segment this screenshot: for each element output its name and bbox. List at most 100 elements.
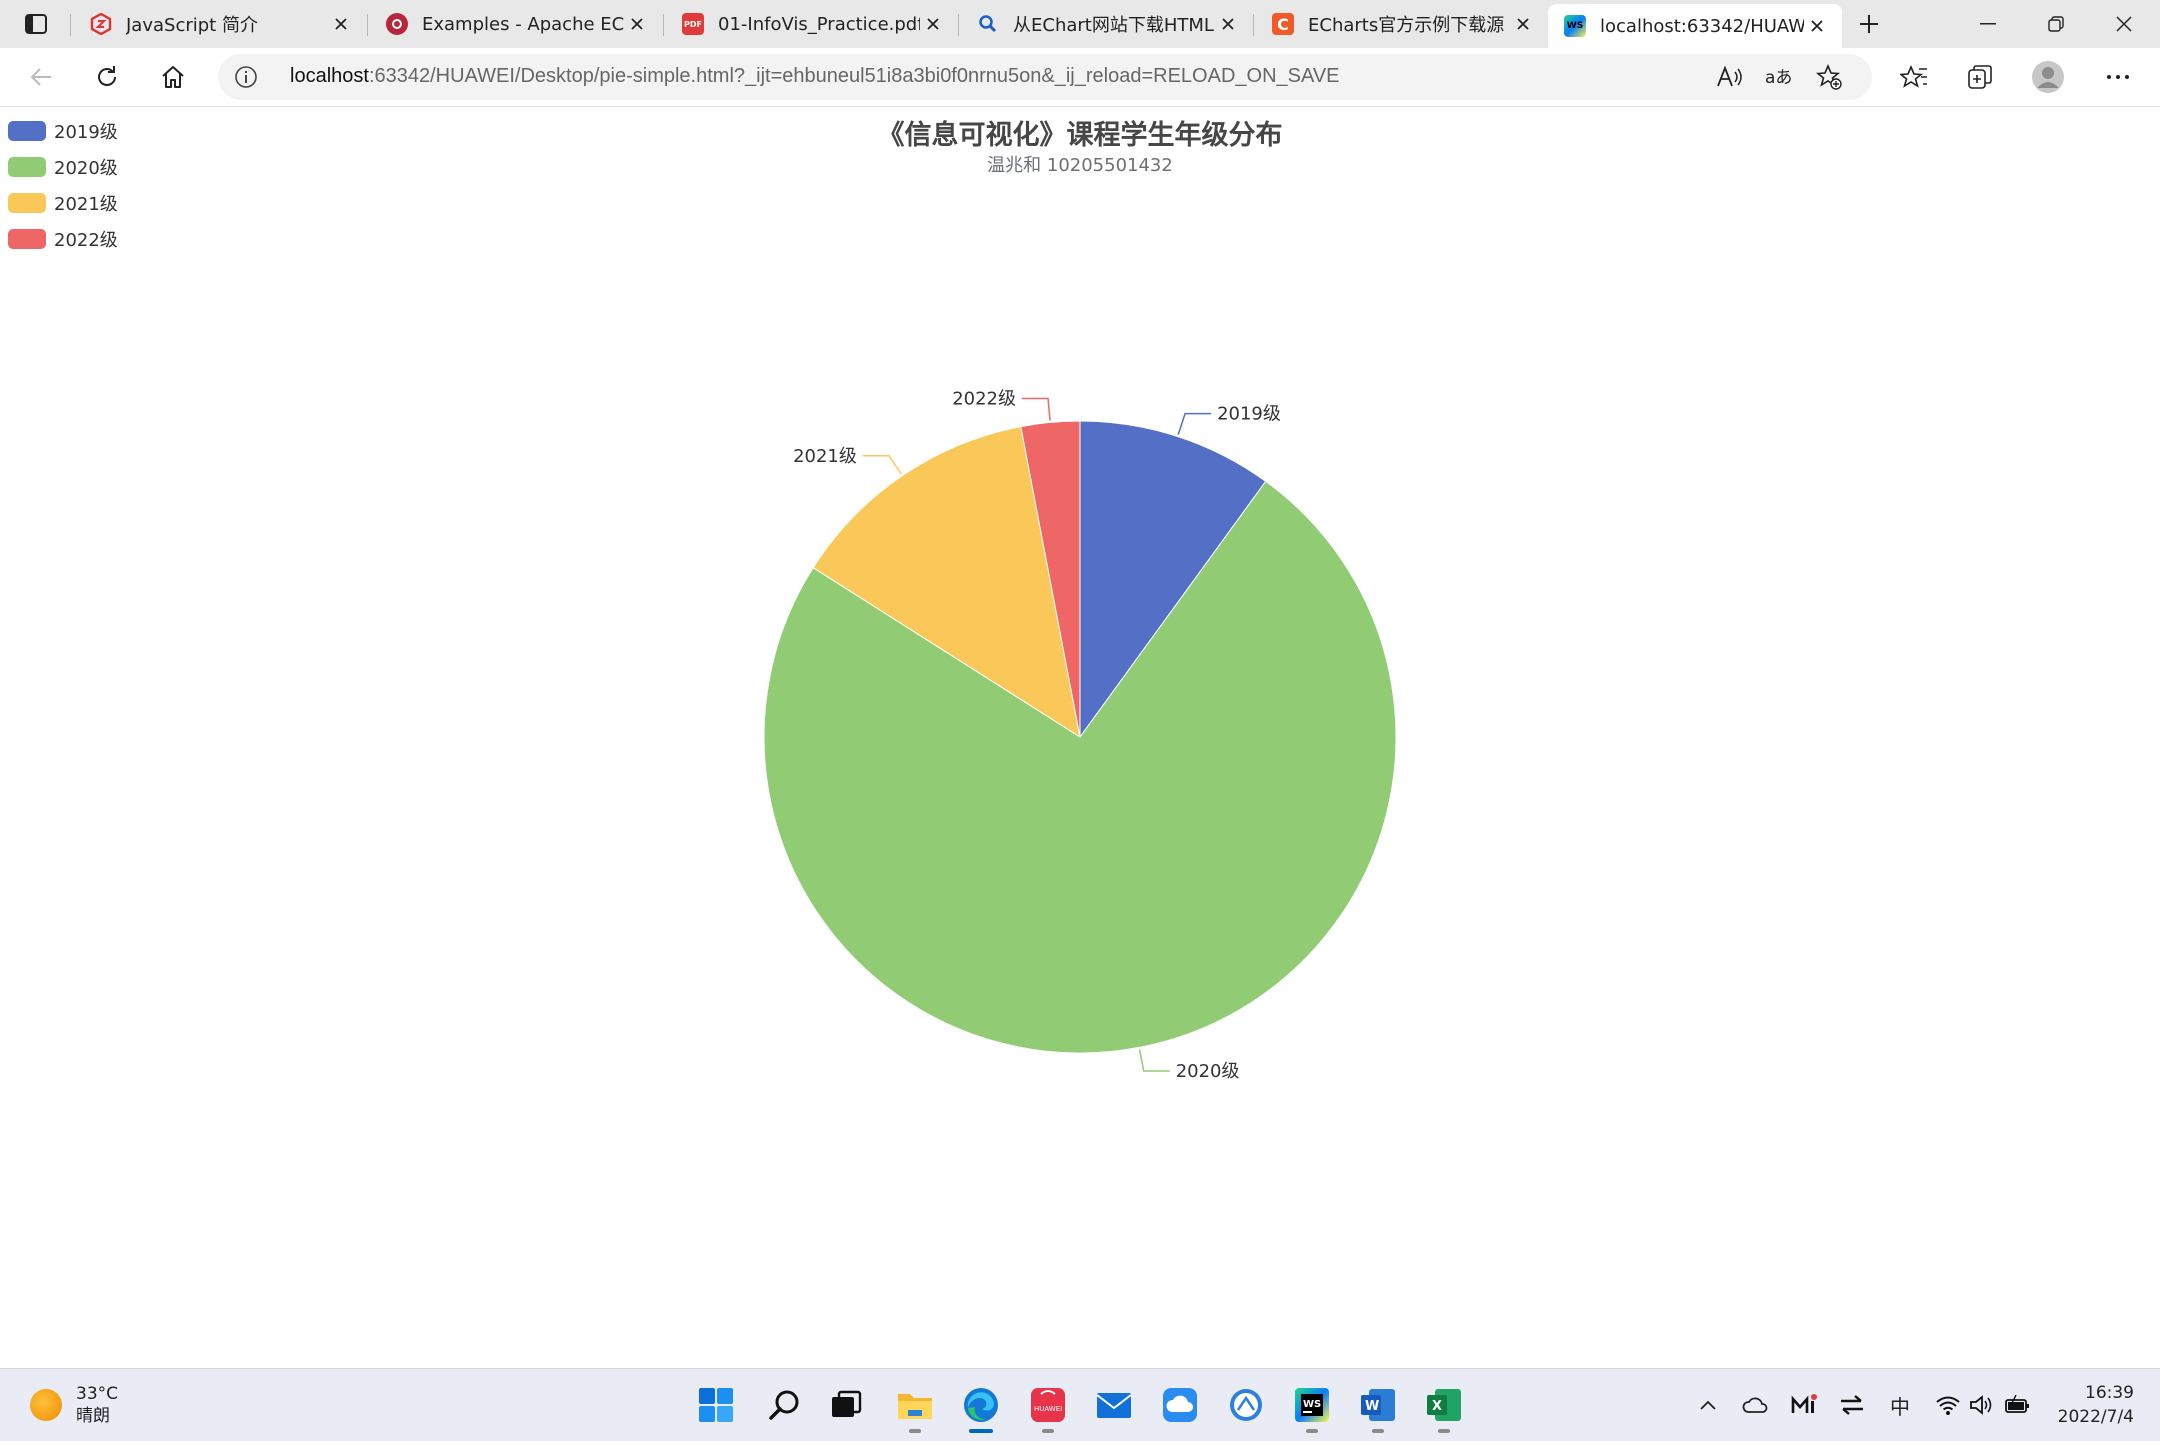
webstorm-app-icon[interactable]: WS	[1286, 1379, 1338, 1433]
running-indicator	[1306, 1429, 1318, 1433]
network-app-icon[interactable]	[1220, 1379, 1272, 1431]
translate-icon[interactable]: aあ	[1764, 62, 1794, 92]
restore-button[interactable]	[2022, 0, 2090, 48]
legend-swatch	[8, 193, 46, 213]
system-clock[interactable]: 16:39 2022/7/4	[2058, 1381, 2134, 1429]
legend-label: 2020级	[54, 158, 118, 179]
search-button[interactable]	[758, 1379, 810, 1431]
chevron-up-icon[interactable]	[1692, 1389, 1724, 1421]
battery-icon[interactable]	[2002, 1389, 2034, 1421]
refresh-button[interactable]	[86, 57, 128, 97]
task-view-icon[interactable]	[820, 1379, 872, 1431]
close-icon[interactable]	[1215, 11, 1241, 37]
collections-button[interactable]	[1959, 57, 2001, 97]
wifi-icon[interactable]	[1932, 1389, 1964, 1421]
tab-separator	[1253, 14, 1254, 36]
meeting-icon[interactable]	[1788, 1389, 1820, 1421]
label-line	[1022, 397, 1051, 421]
sun-icon	[30, 1389, 62, 1421]
close-icon[interactable]	[1804, 13, 1830, 39]
address-bar[interactable]: localhost:63342/HUAWEI/Desktop/pie-simpl…	[218, 54, 1872, 100]
tab-separator	[70, 14, 71, 36]
svg-text:W: W	[1365, 1399, 1379, 1414]
close-window-button[interactable]	[2090, 0, 2158, 48]
clock-time: 16:39	[2085, 1383, 2134, 1403]
search-icon	[977, 13, 999, 35]
slice-label: 2019级	[1217, 404, 1281, 425]
add-favorite-icon[interactable]	[1814, 62, 1844, 92]
close-icon[interactable]	[624, 11, 650, 37]
site-info-icon[interactable]	[232, 63, 260, 91]
weather-widget[interactable]: 33°C 晴朗	[30, 1383, 118, 1427]
close-icon[interactable]	[1510, 11, 1536, 37]
page-content: 2019级 2020级 2021级 2022级 《信息可视化》课程学生年级分布 温兆和…	[0, 107, 2160, 1367]
tab-localhost[interactable]: WS localhost:63342/HUAWE	[1548, 4, 1842, 48]
home-button[interactable]	[152, 57, 194, 97]
tab-label: ECharts官方示例下载源	[1308, 15, 1505, 36]
profile-avatar[interactable]	[2027, 57, 2069, 97]
back-button[interactable]	[20, 57, 62, 97]
excel-app-icon[interactable]: X	[1418, 1379, 1470, 1433]
weather-condition: 晴朗	[76, 1406, 110, 1426]
favorites-button[interactable]	[1893, 57, 1935, 97]
url-text[interactable]: localhost:63342/HUAWEI/Desktop/pie-simpl…	[290, 65, 1340, 88]
tab-separator	[663, 14, 664, 36]
taskbar: 33°C 晴朗 HUAWEI WS W X 中 16:39 2022/7/4	[0, 1368, 2160, 1441]
tab-actions-icon[interactable]	[14, 8, 58, 40]
label-line	[1177, 412, 1212, 435]
transfer-icon[interactable]	[1836, 1389, 1868, 1421]
legend-item-2021[interactable]: 2021级	[8, 185, 118, 221]
legend-item-2019[interactable]: 2019级	[8, 113, 118, 149]
tab-echarts-examples[interactable]: Examples - Apache ECha	[370, 4, 662, 44]
close-icon[interactable]	[328, 11, 354, 37]
read-aloud-icon[interactable]	[1714, 62, 1744, 92]
tab-echarts-download[interactable]: C ECharts官方示例下载源	[1256, 4, 1548, 44]
tab-label: Examples - Apache ECha	[422, 13, 624, 35]
ime-indicator[interactable]: 中	[1884, 1389, 1916, 1421]
tab-pdf[interactable]: PDF 01-InfoVis_Practice.pdf	[666, 4, 958, 44]
cloud-app-icon[interactable]	[1154, 1379, 1206, 1431]
legend-label: 2021级	[54, 194, 118, 215]
tab-label: 从EChart网站下载HTML	[1013, 15, 1214, 36]
c-icon: C	[1272, 13, 1294, 35]
legend-item-2022[interactable]: 2022级	[8, 221, 118, 257]
legend-swatch	[8, 121, 46, 141]
chart-legend: 2019级 2020级 2021级 2022级	[8, 113, 118, 257]
new-tab-button[interactable]	[1835, 0, 1903, 48]
more-menu-button[interactable]	[2097, 57, 2139, 97]
close-icon[interactable]	[920, 11, 946, 37]
file-explorer-icon[interactable]	[889, 1379, 941, 1433]
chart-title: 《信息可视化》课程学生年级分布	[877, 120, 1283, 151]
tab-search[interactable]: 从EChart网站下载HTML	[961, 4, 1253, 44]
svg-text:HUAWEI: HUAWEI	[1034, 1405, 1062, 1413]
start-button[interactable]	[690, 1379, 742, 1431]
legend-swatch	[8, 157, 46, 177]
legend-label: 2019级	[54, 122, 118, 143]
tab-javascript[interactable]: JavaScript 简介	[74, 4, 366, 44]
running-indicator	[1372, 1429, 1384, 1433]
minimize-button[interactable]	[1954, 0, 2022, 48]
word-app-icon[interactable]: W	[1352, 1379, 1404, 1433]
mail-icon[interactable]	[1088, 1379, 1140, 1431]
legend-swatch	[8, 229, 46, 249]
chart-subtitle: 温兆和 10205501432	[987, 155, 1173, 176]
edge-browser-icon[interactable]	[955, 1379, 1007, 1433]
url-host: localhost	[290, 65, 369, 87]
url-path: :63342/HUAWEI/Desktop/pie-simple.html?_i…	[368, 65, 1340, 87]
browser-toolbar: localhost:63342/HUAWEI/Desktop/pie-simpl…	[0, 48, 2160, 107]
slice-label: 2021级	[793, 446, 857, 467]
huawei-app-icon[interactable]: HUAWEI	[1022, 1379, 1074, 1433]
onedrive-icon[interactable]	[1740, 1389, 1772, 1421]
slice-label: 2022级	[952, 389, 1016, 410]
tab-separator	[958, 14, 959, 36]
clock-date: 2022/7/4	[2057, 1407, 2134, 1427]
tab-label: JavaScript 简介	[126, 15, 258, 36]
label-line	[1138, 1049, 1170, 1072]
weather-temp: 33°C	[76, 1384, 119, 1404]
svg-text:X: X	[1432, 1399, 1442, 1414]
active-indicator	[969, 1429, 993, 1433]
javascript-icon	[90, 13, 112, 35]
volume-icon[interactable]	[1966, 1389, 1998, 1421]
legend-item-2020[interactable]: 2020级	[8, 149, 118, 185]
tab-separator	[367, 14, 368, 36]
